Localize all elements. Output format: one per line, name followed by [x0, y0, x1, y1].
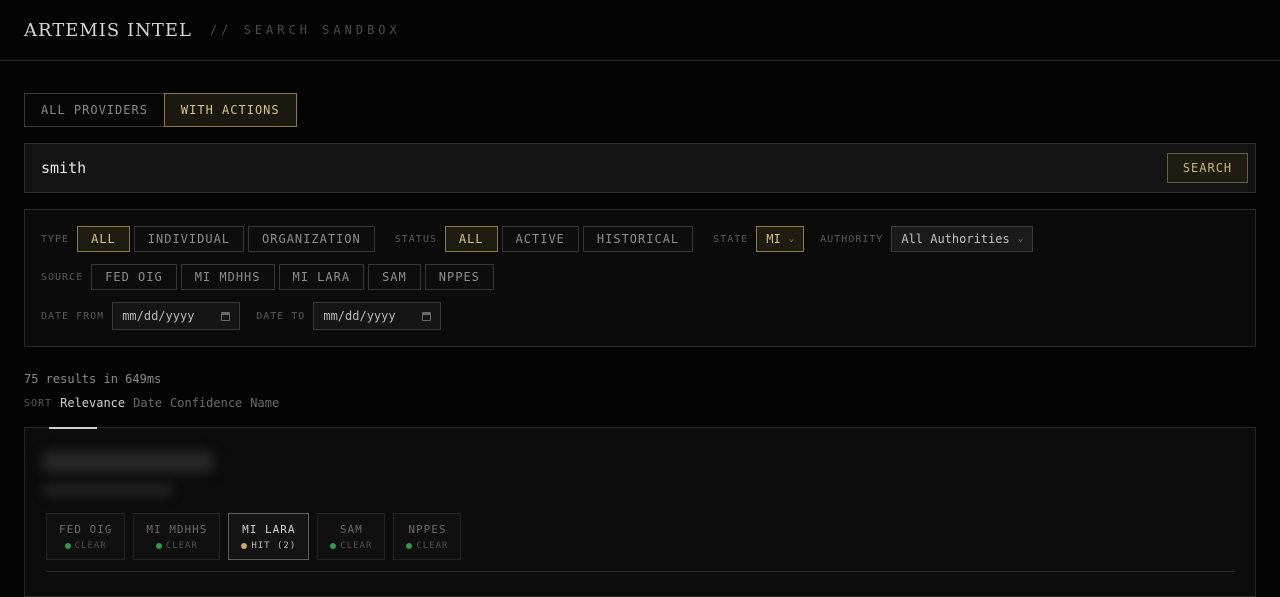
source-status: CLEAR [64, 540, 107, 551]
state-select[interactable]: MI ⌄ [756, 226, 805, 252]
type-chip-individual[interactable]: INDIVIDUAL [133, 226, 245, 252]
source-status-list: FED OIG CLEAR MI MDHHS CLEAR MI LARA HIT… [46, 513, 469, 560]
source-status-mi-lara[interactable]: MI LARA HIT (2) [228, 513, 310, 560]
result-card[interactable]: FED OIG CLEAR MI MDHHS CLEAR MI LARA HIT… [24, 427, 1256, 597]
source-chip-mi-mdhhs[interactable]: MI MDHHS [180, 264, 275, 290]
source-name: FED OIG [59, 522, 113, 536]
source-status-text: CLEAR [74, 540, 107, 551]
date-from-input[interactable]: mm/dd/yyyy [112, 302, 241, 330]
source-name: MI MDHHS [146, 522, 208, 536]
status-filter-label: STATUS [394, 233, 437, 245]
source-filter-label: SOURCE [41, 271, 84, 283]
search-button[interactable]: SEARCH [1167, 153, 1248, 183]
chevron-down-icon: ⌄ [788, 234, 795, 244]
redacted-name [43, 452, 213, 472]
type-filter-label: TYPE [41, 233, 70, 245]
authority-filter-label: AUTHORITY [820, 233, 884, 245]
type-chip-organization[interactable]: ORGANIZATION [248, 226, 375, 252]
source-status: CLEAR [330, 541, 372, 551]
date-to-input[interactable]: mm/dd/yyyy [313, 302, 442, 330]
tab-with-actions[interactable]: WITH ACTIONS [163, 93, 297, 127]
sort-option-relevance[interactable]: Relevance [60, 396, 125, 410]
app-header: ARTEMIS INTEL // SEARCH SANDBOX [0, 0, 1280, 61]
status-dot-icon [64, 542, 71, 549]
source-chip-mi-lara[interactable]: MI LARA [278, 264, 365, 290]
source-chip-nppes[interactable]: NPPES [424, 264, 494, 290]
sort-label: SORT [24, 397, 53, 409]
source-status-text: HIT (2) [251, 540, 297, 551]
filter-panel: TYPE ALL INDIVIDUAL ORGANIZATION STATUS … [24, 209, 1256, 347]
tab-all-providers[interactable]: ALL PROVIDERS [24, 93, 165, 127]
status-dot-icon [155, 542, 162, 549]
search-bar: SEARCH [24, 143, 1256, 193]
authority-select-value: All Authorities [901, 232, 1010, 246]
source-status-mi-mdhhs[interactable]: MI MDHHS CLEAR [133, 513, 221, 560]
source-status-text: CLEAR [165, 540, 198, 551]
card-accent-bar [49, 427, 97, 429]
status-dot-icon [241, 542, 248, 549]
sort-bar: SORT Relevance Date Confidence Name [24, 396, 287, 410]
source-name: SAM [339, 522, 363, 536]
status-dot-icon [406, 542, 413, 549]
source-status: CLEAR [406, 541, 448, 551]
source-status: CLEAR [155, 540, 198, 551]
status-dot-icon [330, 542, 337, 549]
filter-row-primary: TYPE ALL INDIVIDUAL ORGANIZATION STATUS … [41, 226, 1034, 252]
filter-row-source: SOURCE FED OIG MI MDHHS MI LARA SAM NPPE… [41, 264, 498, 290]
source-chip-sam[interactable]: SAM [368, 264, 421, 290]
sort-option-confidence[interactable]: Confidence [170, 396, 242, 410]
page-subtitle: // SEARCH SANDBOX [209, 23, 401, 37]
sort-option-name[interactable]: Name [250, 396, 279, 410]
calendar-icon[interactable] [422, 311, 432, 321]
source-name: NPPES [408, 522, 447, 536]
state-filter-label: STATE [713, 233, 749, 245]
source-chip-fed-oig[interactable]: FED OIG [91, 264, 177, 290]
results-summary: 75 results in 649ms [24, 372, 162, 386]
authority-select[interactable]: All Authorities ⌄ [891, 226, 1034, 252]
status-chip-historical[interactable]: HISTORICAL [582, 226, 694, 252]
filter-row-dates: DATE FROM mm/dd/yyyy DATE TO mm/dd/yyyy [41, 302, 442, 330]
provider-tabs: ALL PROVIDERS WITH ACTIONS [24, 93, 297, 127]
source-status-text: CLEAR [416, 540, 449, 551]
redacted-details [43, 484, 173, 496]
source-status: HIT (2) [241, 541, 296, 551]
state-select-value: MI [766, 232, 781, 246]
search-input[interactable] [41, 156, 1141, 180]
date-to-label: DATE TO [256, 310, 306, 322]
calendar-icon[interactable] [221, 311, 231, 321]
brand-title: ARTEMIS INTEL [24, 19, 192, 41]
source-status-nppes[interactable]: NPPES CLEAR [393, 513, 462, 560]
status-chip-active[interactable]: ACTIVE [501, 226, 579, 252]
type-chip-all[interactable]: ALL [77, 226, 130, 252]
date-to-placeholder: mm/dd/yyyy [323, 309, 396, 323]
source-status-sam[interactable]: SAM CLEAR [317, 513, 386, 560]
card-divider [46, 571, 1235, 572]
source-status-text: CLEAR [340, 540, 373, 551]
source-name: MI LARA [242, 522, 296, 536]
date-from-label: DATE FROM [41, 310, 105, 322]
status-chip-all[interactable]: ALL [444, 226, 498, 252]
date-from-placeholder: mm/dd/yyyy [122, 309, 195, 323]
sort-option-date[interactable]: Date [133, 396, 162, 410]
source-status-fed-oig[interactable]: FED OIG CLEAR [46, 513, 126, 560]
chevron-down-icon: ⌄ [1017, 234, 1024, 244]
